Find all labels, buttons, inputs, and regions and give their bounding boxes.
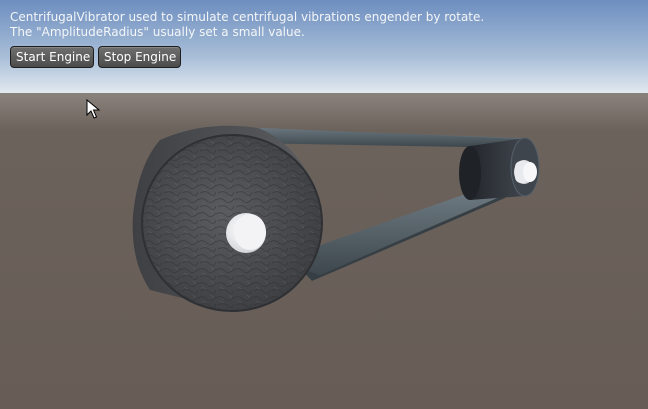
- scene-viewport: CentrifugalVibrator used to simulate cen…: [0, 0, 648, 409]
- description-line-1: CentrifugalVibrator used to simulate cen…: [10, 10, 485, 24]
- description-line-2: The "AmplitudeRadius" usually set a smal…: [10, 25, 305, 39]
- stop-engine-button[interactable]: Stop Engine: [98, 46, 181, 68]
- mouse-cursor-icon: [86, 99, 100, 119]
- start-engine-button[interactable]: Start Engine: [10, 46, 94, 68]
